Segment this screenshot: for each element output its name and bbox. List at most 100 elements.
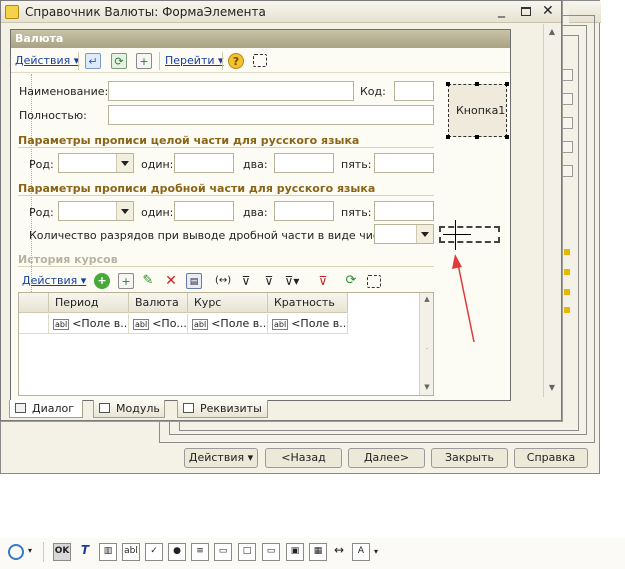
table-cell[interactable]: abl <Поле в... bbox=[268, 314, 348, 334]
scroll-up-icon[interactable]: ▲ bbox=[544, 24, 560, 40]
refresh-icon[interactable]: ⟳ bbox=[343, 273, 359, 289]
scroll-down-icon[interactable]: ▼ bbox=[420, 383, 434, 391]
wizard-close-button[interactable]: Закрыть bbox=[431, 448, 508, 468]
help-bulb-icon[interactable] bbox=[8, 544, 24, 560]
one-input[interactable] bbox=[174, 201, 234, 221]
goto-menu[interactable]: Перейти ▾ bbox=[165, 54, 224, 67]
splitter-icon[interactable]: ↔ bbox=[331, 543, 347, 559]
edit-icon[interactable]: ✎ bbox=[140, 273, 156, 289]
dialog-icon bbox=[15, 403, 26, 413]
label-icon[interactable]: T bbox=[77, 543, 93, 559]
placement-marker[interactable] bbox=[439, 220, 500, 250]
two-input[interactable] bbox=[274, 201, 334, 221]
grid-corner bbox=[19, 293, 49, 313]
column-header-currency[interactable]: Валюта bbox=[129, 293, 188, 313]
copy-add-icon[interactable]: + bbox=[136, 53, 152, 69]
save-close-icon[interactable]: ↵ bbox=[85, 53, 101, 69]
tab-attributes[interactable]: Реквизиты bbox=[177, 400, 268, 418]
table-cell[interactable]: abl <Поле в... bbox=[49, 314, 129, 334]
history-toolbar: Действия ▾ + + ✎ ✕ ▤ (↔) ⊽ ⊽ ⊽▾ ⊽ ⟳ bbox=[18, 269, 434, 293]
refresh-icon[interactable]: ⟳ bbox=[111, 53, 127, 69]
scroll-thumb[interactable]: · bbox=[420, 345, 434, 353]
help-icon[interactable]: ? bbox=[228, 53, 244, 69]
clear-filter-icon[interactable]: ⊽ bbox=[315, 273, 331, 289]
maximize-icon[interactable] bbox=[521, 7, 531, 16]
filter-icon[interactable]: ⊽ bbox=[261, 273, 277, 289]
code-label: Код: bbox=[360, 85, 386, 98]
add-icon[interactable]: + bbox=[94, 273, 110, 289]
magnifier-icon[interactable] bbox=[561, 117, 573, 129]
delete-icon[interactable]: ✕ bbox=[163, 273, 179, 289]
magnifier-icon[interactable] bbox=[561, 165, 573, 177]
bullet-icon bbox=[564, 289, 570, 295]
wizard-next-button[interactable]: Далее> bbox=[348, 448, 425, 468]
close-icon[interactable]: ✕ bbox=[542, 3, 554, 19]
rod-combo[interactable] bbox=[58, 201, 134, 221]
rod-combo[interactable] bbox=[58, 153, 134, 173]
tab-dialog[interactable]: Диалог bbox=[9, 400, 83, 418]
one-input[interactable] bbox=[174, 153, 234, 173]
toolbar-separator bbox=[159, 52, 160, 70]
dropdown-arrow-icon[interactable] bbox=[116, 154, 133, 172]
minimize-icon[interactable]: _ bbox=[498, 2, 505, 18]
column-header-rate[interactable]: Курс bbox=[188, 293, 268, 313]
panel-icon[interactable]: □ bbox=[238, 543, 256, 561]
chevron-down-icon[interactable]: ▾ bbox=[28, 546, 32, 555]
two-input[interactable] bbox=[274, 153, 334, 173]
end-edit-icon[interactable]: ▤ bbox=[186, 273, 202, 289]
text-field-icon: abl bbox=[192, 318, 209, 330]
code-input[interactable] bbox=[394, 81, 434, 101]
radio-icon[interactable]: ● bbox=[168, 543, 186, 561]
magnifier-icon[interactable] bbox=[561, 93, 573, 105]
name-input[interactable] bbox=[108, 81, 354, 101]
actions-menu[interactable]: Действия ▾ bbox=[15, 54, 79, 67]
wizard-help-button[interactable]: Справка bbox=[514, 448, 588, 468]
wizard-back-button[interactable]: <Назад bbox=[265, 448, 342, 468]
frame-icon[interactable]: ▭ bbox=[262, 543, 280, 561]
wizard-actions-button[interactable]: Действия ▾ bbox=[184, 448, 258, 468]
list-field-icon[interactable]: ≡ bbox=[191, 543, 209, 561]
scroll-down-icon[interactable]: ▼ bbox=[544, 380, 560, 396]
filter-value-icon[interactable]: ⊽ bbox=[238, 273, 254, 289]
combo-box-icon[interactable]: ▭ bbox=[214, 543, 232, 561]
vertical-scrollbar[interactable]: ▲ ▼ bbox=[543, 24, 560, 397]
grid-scrollbar[interactable]: ▲ · ▼ bbox=[419, 293, 433, 395]
dropdown-arrow-icon[interactable] bbox=[116, 202, 133, 220]
filter-history-icon[interactable]: ⊽▾ bbox=[284, 273, 300, 289]
table-cell[interactable]: abl <По... bbox=[129, 314, 188, 334]
ok-button-icon[interactable]: OK bbox=[53, 543, 71, 561]
chevron-down-icon[interactable]: ▾ bbox=[374, 547, 378, 556]
move-icon[interactable]: (↔) bbox=[215, 273, 231, 289]
select-placeholder-icon[interactable] bbox=[367, 275, 381, 288]
toolbar-separator bbox=[222, 52, 223, 70]
magnifier-icon[interactable] bbox=[561, 141, 573, 153]
section-int-title: Параметры прописи целой части для русско… bbox=[18, 134, 360, 147]
full-name-input[interactable] bbox=[108, 105, 434, 125]
table-icon[interactable]: ▦ bbox=[309, 543, 327, 561]
picture-icon[interactable]: ▣ bbox=[286, 543, 304, 561]
select-placeholder-icon[interactable] bbox=[253, 54, 267, 67]
scroll-up-icon[interactable]: ▲ bbox=[420, 295, 434, 303]
tab-module[interactable]: Модуль bbox=[93, 400, 165, 418]
title-bar: Справочник Валюты: ФормаЭлемента _ ✕ bbox=[1, 1, 561, 23]
column-header-multiplicity[interactable]: Кратность bbox=[268, 293, 348, 313]
app-icon bbox=[5, 5, 19, 19]
text-field-icon[interactable]: abl bbox=[122, 543, 140, 561]
crosshair-horizontal bbox=[443, 234, 471, 235]
history-actions-menu[interactable]: Действия ▾ bbox=[22, 274, 86, 287]
dropdown-arrow-icon[interactable] bbox=[416, 225, 433, 243]
five-input[interactable] bbox=[374, 153, 434, 173]
five-input[interactable] bbox=[374, 201, 434, 221]
column-header-period[interactable]: Период bbox=[49, 293, 129, 313]
group-box-icon[interactable]: ▥ bbox=[99, 543, 117, 561]
copy-icon[interactable]: + bbox=[118, 273, 134, 289]
magnifier-icon[interactable] bbox=[561, 69, 573, 81]
name-label: Наименование: bbox=[19, 85, 109, 98]
table-cell[interactable]: abl <Поле в... bbox=[188, 314, 268, 334]
history-title: История курсов bbox=[18, 253, 118, 266]
digits-combo[interactable] bbox=[374, 224, 434, 244]
text-document-icon[interactable]: A bbox=[352, 543, 370, 561]
checkbox-icon[interactable]: ✓ bbox=[145, 543, 163, 561]
history-grid[interactable]: Период Валюта Курс Кратность abl <Поле в.… bbox=[18, 292, 434, 396]
button-1[interactable]: Кнопка1 bbox=[446, 82, 509, 139]
